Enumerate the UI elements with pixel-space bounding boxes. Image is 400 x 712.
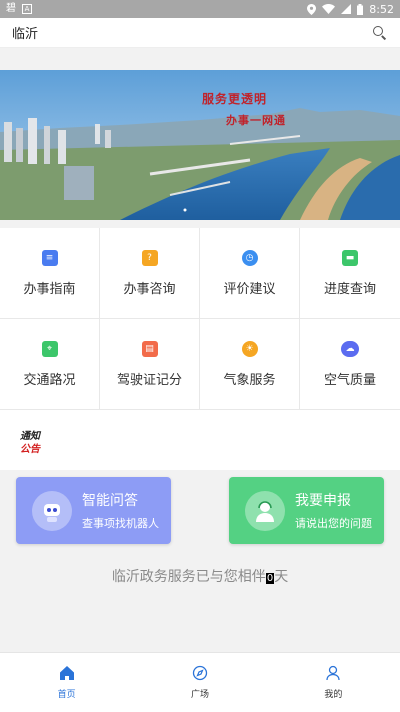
banner-slogan-2: 办事一网通: [226, 114, 286, 127]
battery-icon: [357, 3, 364, 15]
days-counter: 临沂政务服务已与您相伴0天: [0, 566, 400, 586]
consult-icon: ?: [141, 249, 158, 266]
service-label: 交通路况: [23, 372, 76, 388]
location-icon: [307, 3, 317, 15]
license-icon: ▤: [141, 340, 158, 357]
service-label: 评价建议: [223, 281, 276, 297]
service-progress[interactable]: ▬ 进度查询: [300, 228, 400, 319]
status-bar: 碧 A 8:52: [0, 0, 400, 18]
progress-icon: ▬: [342, 249, 358, 266]
report-subtitle: 请说出您的问题: [295, 517, 372, 530]
counter-prefix: 临沂政务服务已与您相伴: [111, 569, 266, 585]
guide-icon: ≡: [41, 249, 58, 266]
bottom-tab-bar: 首页 广场 我的: [0, 652, 400, 712]
wifi-icon: [322, 4, 336, 14]
signal-icon: [341, 4, 352, 14]
tab-label: 广场: [190, 690, 209, 700]
tab-home[interactable]: 首页: [0, 653, 133, 712]
home-icon: [59, 666, 74, 680]
service-label: 气象服务: [223, 372, 276, 388]
clock-time: 8:52: [369, 2, 394, 16]
notification-icon: A: [22, 4, 32, 14]
services-grid: ≡ 办事指南 ? 办事咨询 ◷ 评价建议 ▬ 进度查询 ⌖ 交通路况 ▤ 驾驶证…: [0, 228, 400, 410]
service-consult[interactable]: ? 办事咨询: [100, 228, 200, 319]
user-icon: [326, 665, 340, 681]
qa-subtitle: 查事项找机器人: [82, 517, 159, 530]
search-icon[interactable]: [372, 25, 388, 41]
city-title[interactable]: 临沂: [12, 23, 38, 42]
clock-icon: ◷: [241, 249, 258, 266]
report-card[interactable]: 我要申报 请说出您的问题: [229, 477, 384, 544]
weather-icon: ☀: [241, 340, 258, 357]
tab-label: 我的: [324, 690, 343, 700]
notice-bar[interactable]: 通知 公告: [0, 410, 400, 470]
carrier-icon: 碧: [6, 3, 16, 14]
coastal-city-photo: [0, 70, 400, 220]
banner-image[interactable]: 服务更透明 办事一网通: [0, 70, 400, 220]
tab-mine[interactable]: 我的: [267, 653, 400, 712]
air-cloud-icon: ☁: [341, 340, 359, 357]
service-label: 办事咨询: [123, 281, 176, 297]
service-label: 空气质量: [323, 372, 376, 388]
smart-qa-card[interactable]: 智能问答 查事项找机器人: [16, 477, 171, 544]
service-traffic[interactable]: ⌖ 交通路况: [0, 319, 100, 410]
service-label: 办事指南: [23, 281, 76, 297]
robot-icon: [32, 490, 72, 531]
service-guide[interactable]: ≡ 办事指南: [0, 228, 100, 319]
service-label: 驾驶证记分: [116, 372, 182, 388]
banner-slogan-1: 服务更透明: [202, 92, 268, 106]
service-license[interactable]: ▤ 驾驶证记分: [100, 319, 200, 410]
service-feedback[interactable]: ◷ 评价建议: [200, 228, 300, 319]
compass-icon: [192, 665, 208, 681]
traffic-icon: ⌖: [41, 340, 58, 357]
notice-label-2: 公告: [20, 444, 40, 455]
customer-service-icon: [245, 490, 285, 531]
report-title: 我要申报: [295, 493, 351, 509]
service-weather[interactable]: ☀ 气象服务: [200, 319, 300, 410]
service-air[interactable]: ☁ 空气质量: [300, 319, 400, 410]
counter-days: 0: [265, 573, 275, 584]
app-header: 临沂: [0, 18, 400, 48]
qa-title: 智能问答: [82, 493, 138, 509]
tab-label: 首页: [57, 690, 76, 700]
counter-suffix: 天: [274, 569, 289, 585]
tab-square[interactable]: 广场: [133, 653, 266, 712]
service-label: 进度查询: [323, 281, 376, 297]
